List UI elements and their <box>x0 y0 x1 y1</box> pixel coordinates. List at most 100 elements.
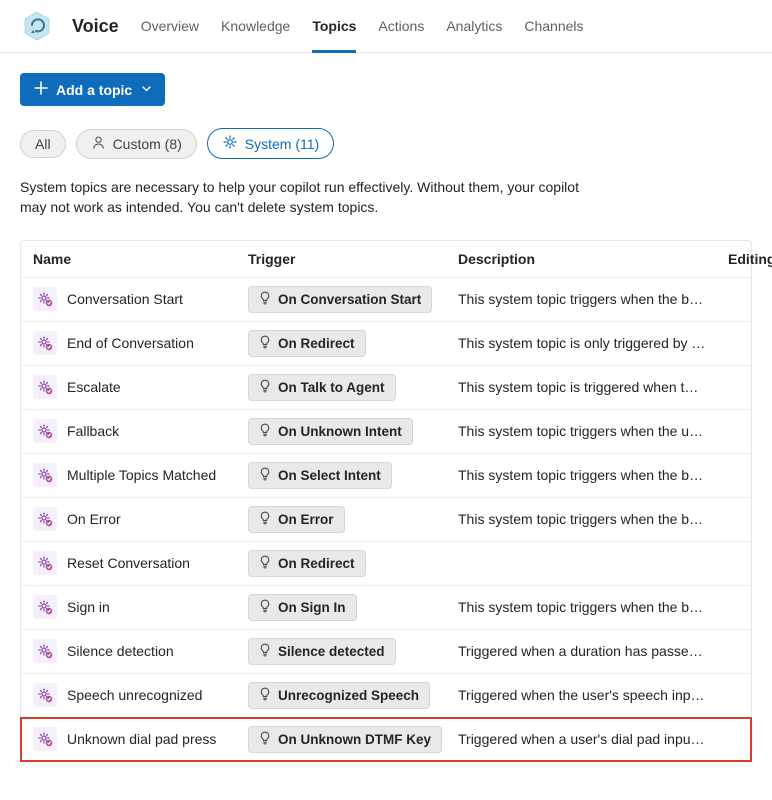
row-description: This system topic is triggered when t… <box>458 379 728 395</box>
table-row[interactable]: On Error On Error This system topic trig… <box>21 498 751 542</box>
row-name: Speech unrecognized <box>67 687 202 703</box>
trigger-label: On Unknown DTMF Key <box>278 732 431 747</box>
trigger-chip[interactable]: Silence detected <box>248 638 396 665</box>
trigger-label: On Unknown Intent <box>278 424 402 439</box>
col-header-description[interactable]: Description <box>458 251 728 267</box>
table-row[interactable]: Sign in On Sign In This system topic tri… <box>21 586 751 630</box>
filter-row: All Custom (8) System (11) <box>20 128 752 159</box>
tab-knowledge[interactable]: Knowledge <box>221 8 290 44</box>
row-description: This system topic triggers when the b… <box>458 467 728 483</box>
trigger-label: On Redirect <box>278 556 355 571</box>
row-name: Fallback <box>67 423 119 439</box>
gear-system-icon <box>33 507 57 531</box>
table-header: Name Trigger Description Editing <box>21 241 751 278</box>
lightbulb-icon <box>259 379 271 396</box>
row-name: Escalate <box>67 379 121 395</box>
topics-table: Name Trigger Description Editing Convers… <box>20 240 752 762</box>
app-header: Voice Overview Knowledge Topics Actions … <box>0 0 772 53</box>
trigger-label: On Talk to Agent <box>278 380 385 395</box>
tab-topics[interactable]: Topics <box>312 8 356 44</box>
lightbulb-icon <box>259 335 271 352</box>
gear-system-icon <box>33 287 57 311</box>
trigger-chip[interactable]: On Sign In <box>248 594 357 621</box>
tab-channels[interactable]: Channels <box>524 8 583 44</box>
gear-system-icon <box>33 727 57 751</box>
gear-system-icon <box>33 375 57 399</box>
gear-system-icon <box>33 331 57 355</box>
trigger-chip[interactable]: On Error <box>248 506 345 533</box>
tab-actions[interactable]: Actions <box>378 8 424 44</box>
filter-custom[interactable]: Custom (8) <box>76 129 197 159</box>
row-description: Triggered when a duration has passe… <box>458 643 728 659</box>
page-title: Voice <box>72 16 119 37</box>
table-row[interactable]: Multiple Topics Matched On Select Intent… <box>21 454 751 498</box>
row-name: Unknown dial pad press <box>67 731 216 747</box>
row-name: Reset Conversation <box>67 555 190 571</box>
app-icon <box>20 9 54 43</box>
trigger-chip[interactable]: On Conversation Start <box>248 286 432 313</box>
filter-all-label: All <box>35 136 51 152</box>
plus-icon <box>34 81 48 98</box>
col-header-trigger[interactable]: Trigger <box>248 251 458 267</box>
table-row[interactable]: Conversation Start On Conversation Start… <box>21 278 751 322</box>
trigger-chip[interactable]: Unrecognized Speech <box>248 682 430 709</box>
lightbulb-icon <box>259 731 271 748</box>
trigger-chip[interactable]: On Redirect <box>248 550 366 577</box>
row-description: This system topic triggers when the b… <box>458 291 728 307</box>
trigger-label: Silence detected <box>278 644 385 659</box>
person-icon <box>91 135 106 153</box>
row-description: This system topic triggers when the u… <box>458 423 728 439</box>
filter-custom-label: Custom (8) <box>113 136 182 152</box>
lightbulb-icon <box>259 423 271 440</box>
row-name: Conversation Start <box>67 291 183 307</box>
table-row[interactable]: Fallback On Unknown Intent This system t… <box>21 410 751 454</box>
nav-tabs: Overview Knowledge Topics Actions Analyt… <box>141 8 584 44</box>
col-header-name[interactable]: Name <box>33 251 248 267</box>
gear-system-icon <box>33 463 57 487</box>
add-topic-button[interactable]: Add a topic <box>20 73 165 106</box>
row-description: This system topic triggers when the b… <box>458 599 728 615</box>
gear-system-icon <box>33 683 57 707</box>
gear-system-icon <box>33 551 57 575</box>
tab-overview[interactable]: Overview <box>141 8 199 44</box>
lightbulb-icon <box>259 291 271 308</box>
lightbulb-icon <box>259 643 271 660</box>
trigger-chip[interactable]: On Redirect <box>248 330 366 357</box>
table-row[interactable]: End of Conversation On Redirect This sys… <box>21 322 751 366</box>
trigger-label: On Conversation Start <box>278 292 421 307</box>
lightbulb-icon <box>259 687 271 704</box>
filter-all[interactable]: All <box>20 130 66 158</box>
row-name: Sign in <box>67 599 110 615</box>
gear-system-icon <box>33 595 57 619</box>
filter-system-label: System (11) <box>245 136 319 152</box>
row-name: End of Conversation <box>67 335 194 351</box>
table-row[interactable]: Silence detection Silence detected Trigg… <box>21 630 751 674</box>
trigger-chip[interactable]: On Unknown DTMF Key <box>248 726 442 753</box>
helper-text: System topics are necessary to help your… <box>20 177 580 218</box>
row-description: This system topic triggers when the b… <box>458 511 728 527</box>
trigger-label: On Select Intent <box>278 468 381 483</box>
row-description: Triggered when the user's speech inp… <box>458 687 728 703</box>
tab-analytics[interactable]: Analytics <box>446 8 502 44</box>
trigger-chip[interactable]: On Select Intent <box>248 462 392 489</box>
col-header-editing[interactable]: Editing <box>728 251 772 267</box>
filter-system[interactable]: System (11) <box>207 128 334 159</box>
table-row[interactable]: Speech unrecognized Unrecognized Speech … <box>21 674 751 718</box>
trigger-label: Unrecognized Speech <box>278 688 419 703</box>
lightbulb-icon <box>259 555 271 572</box>
table-row[interactable]: Escalate On Talk to Agent This system to… <box>21 366 751 410</box>
gear-system-icon <box>33 639 57 663</box>
lightbulb-icon <box>259 511 271 528</box>
row-name: On Error <box>67 511 121 527</box>
row-description: Triggered when a user's dial pad inpu… <box>458 731 728 747</box>
trigger-chip[interactable]: On Talk to Agent <box>248 374 396 401</box>
lightbulb-icon <box>259 467 271 484</box>
row-description: This system topic is only triggered by … <box>458 335 728 351</box>
table-row[interactable]: Reset Conversation On Redirect <box>21 542 751 586</box>
chevron-down-icon <box>142 84 151 95</box>
trigger-chip[interactable]: On Unknown Intent <box>248 418 413 445</box>
row-name: Silence detection <box>67 643 174 659</box>
table-row[interactable]: Unknown dial pad press On Unknown DTMF K… <box>21 718 751 761</box>
trigger-label: On Sign In <box>278 600 346 615</box>
trigger-label: On Error <box>278 512 334 527</box>
